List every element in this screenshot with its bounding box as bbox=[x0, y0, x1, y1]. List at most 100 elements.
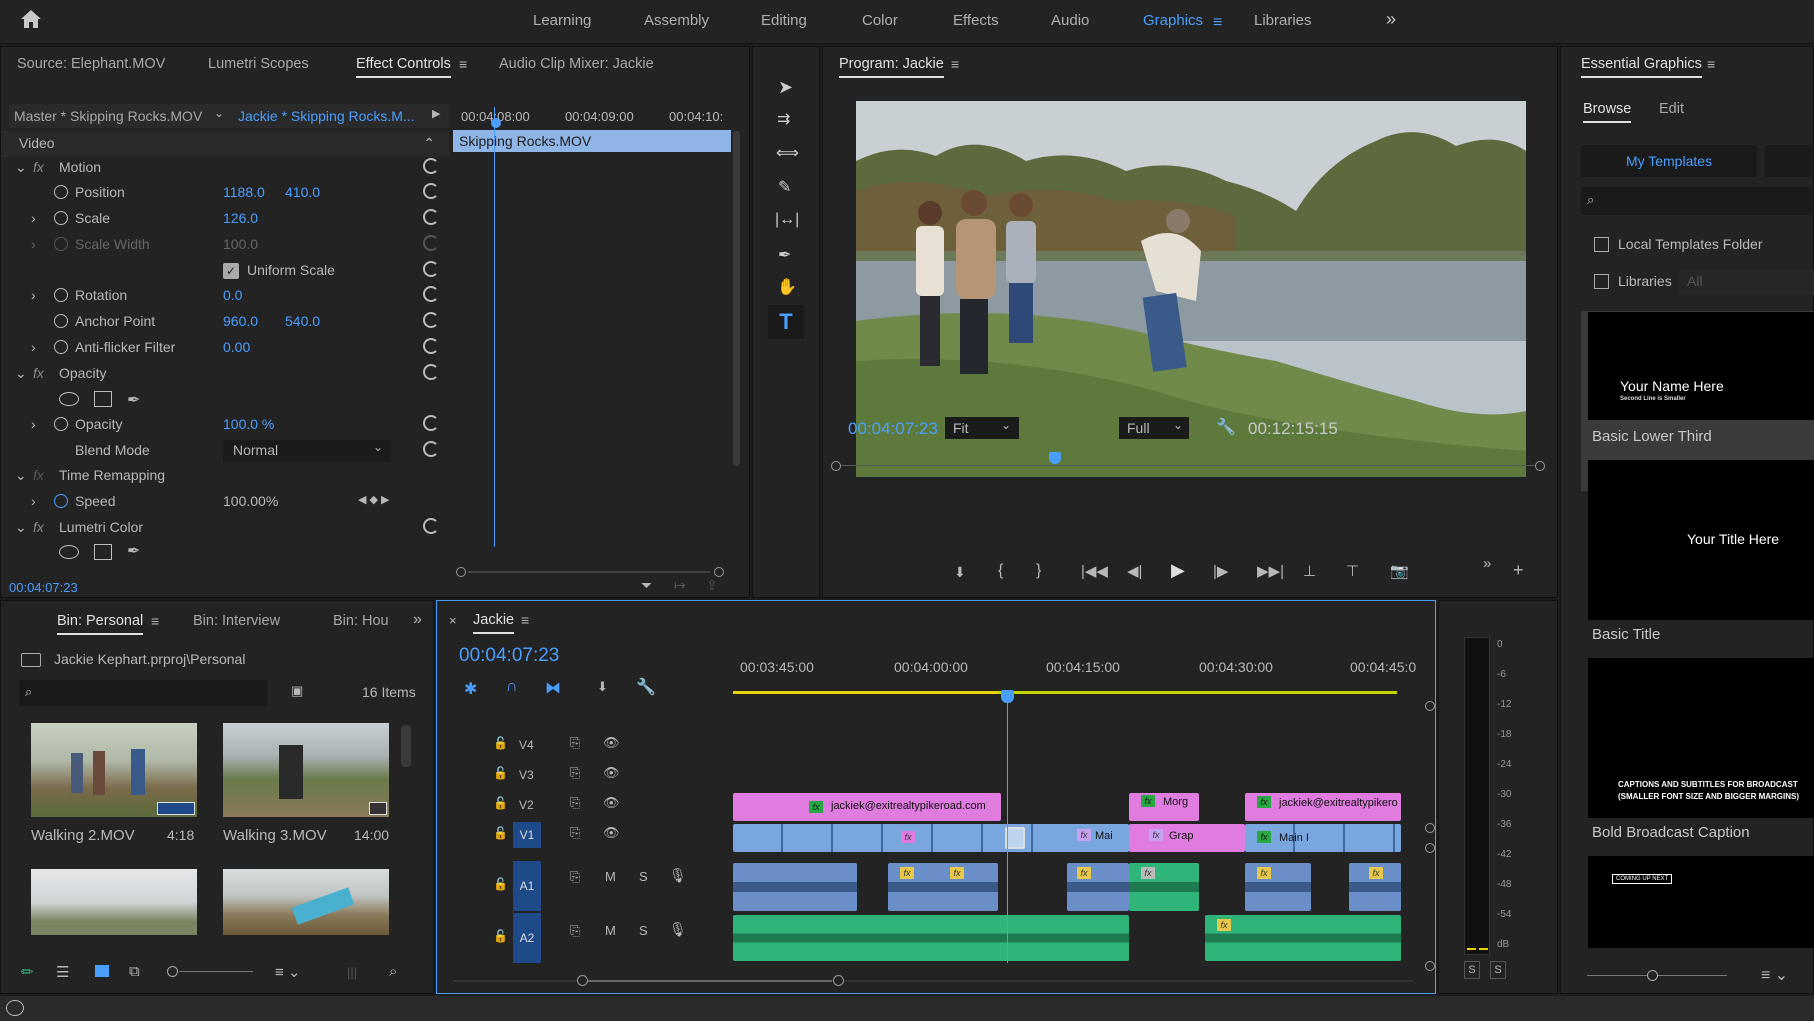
fit-dropdown[interactable]: Fit ⌄ bbox=[945, 417, 1019, 439]
graphic-clip[interactable]: fx jackiek@exitrealtypikero bbox=[1245, 793, 1401, 821]
uniform-scale-checkbox[interactable]: ✓ bbox=[223, 263, 239, 279]
mute-button[interactable]: M bbox=[605, 869, 616, 884]
solo-button[interactable]: S bbox=[639, 923, 648, 938]
video-clip-selected[interactable] bbox=[1005, 827, 1025, 849]
property-blend-mode[interactable]: Blend Mode Normal ⌄ bbox=[1, 438, 449, 464]
bin-scrollbar[interactable] bbox=[401, 725, 411, 767]
panel-menu-icon[interactable]: ≡ bbox=[151, 613, 159, 629]
master-clip-selector[interactable]: Master * Skipping Rocks.MOV ⌄ Jackie * S… bbox=[9, 104, 449, 128]
home-icon[interactable] bbox=[20, 9, 42, 29]
mark-in-icon[interactable]: { bbox=[998, 562, 1003, 580]
timeline-vertical-zoom[interactable] bbox=[1425, 701, 1435, 971]
find-icon[interactable]: ⌕ bbox=[389, 963, 397, 980]
sequence-clip-label[interactable]: Jackie * Skipping Rocks.M... bbox=[238, 108, 415, 124]
lock-icon[interactable]: 🔓 bbox=[493, 796, 508, 810]
sync-lock-icon[interactable]: ⎘ bbox=[570, 765, 580, 781]
sequence-tab[interactable]: Jackie bbox=[473, 612, 515, 634]
close-icon[interactable]: × bbox=[449, 613, 457, 628]
type-tool-icon[interactable]: T bbox=[768, 305, 804, 339]
reset-icon[interactable] bbox=[423, 158, 439, 174]
timeline-horizontal-scroll[interactable] bbox=[453, 975, 1413, 987]
play-triangle-icon[interactable]: ▶ bbox=[432, 107, 440, 120]
lock-icon[interactable]: 🔓 bbox=[493, 877, 508, 891]
template-basic-title-preview[interactable]: Your Title Here bbox=[1588, 460, 1814, 620]
tab-bin-interview[interactable]: Bin: Interview bbox=[193, 613, 280, 629]
resolution-dropdown[interactable]: Full ⌄ bbox=[1119, 417, 1189, 439]
audio-clip[interactable]: fx fx bbox=[888, 863, 998, 911]
clip-thumbnail[interactable] bbox=[31, 869, 197, 935]
bin-folder-icon[interactable] bbox=[21, 653, 41, 667]
ripple-edit-tool-icon[interactable]: ⟺ bbox=[776, 143, 799, 163]
reset-icon[interactable] bbox=[423, 364, 439, 380]
microphone-icon[interactable]: 🎙 bbox=[669, 921, 687, 938]
video-clip[interactable]: fx bbox=[733, 824, 1129, 852]
panel-menu-icon[interactable]: ≡ bbox=[521, 612, 529, 628]
template-bold-broadcast-caption-preview[interactable]: CAPTIONS AND SUBTITLES FOR BROADCAST (SM… bbox=[1588, 658, 1814, 818]
more-controls-icon[interactable]: » bbox=[1483, 555, 1491, 572]
slip-tool-icon[interactable]: |↔| bbox=[775, 211, 799, 229]
pen-mask-icon[interactable]: ✒ bbox=[127, 541, 140, 561]
ec-timeline-ruler[interactable]: 00:04:08:00 00:04:09:00 00:04:10: bbox=[453, 103, 733, 129]
workspace-tab-color[interactable]: Color bbox=[862, 12, 898, 29]
timeline-playhead[interactable] bbox=[1007, 701, 1008, 963]
stopwatch-icon[interactable] bbox=[54, 211, 68, 225]
property-uniform-scale[interactable]: ✓ Uniform Scale bbox=[1, 258, 449, 284]
sync-lock-icon[interactable]: ⎘ bbox=[570, 869, 580, 885]
property-rotation[interactable]: › Rotation 0.0 bbox=[1, 283, 449, 309]
eye-icon[interactable]: 👁 bbox=[603, 735, 620, 751]
timeline-timecode[interactable]: 00:04:07:23 bbox=[459, 645, 559, 667]
lift-icon[interactable]: ⊥ bbox=[1303, 562, 1316, 580]
bin-search-input[interactable]: ⌕ bbox=[19, 680, 267, 706]
effect-lumetri[interactable]: ⌄ fx Lumetri Color bbox=[1, 515, 449, 541]
video-clip[interactable]: fx Mai bbox=[1071, 824, 1129, 852]
lock-icon[interactable]: 🔓 bbox=[493, 826, 508, 840]
tab-bin-hou[interactable]: Bin: Hou bbox=[333, 613, 389, 629]
lock-icon[interactable]: 🔓 bbox=[493, 929, 508, 943]
clip-thumbnail[interactable] bbox=[223, 723, 389, 817]
clip-thumbnail[interactable] bbox=[223, 869, 389, 935]
stopwatch-icon[interactable] bbox=[54, 185, 68, 199]
program-scrubber[interactable] bbox=[831, 452, 1545, 472]
new-search-bin-icon[interactable]: ▣ bbox=[291, 683, 303, 699]
audio-clip[interactable]: fx bbox=[1129, 863, 1199, 911]
pen-tool-icon[interactable]: ✒ bbox=[778, 245, 791, 265]
tab-edit[interactable]: Edit bbox=[1659, 101, 1684, 117]
workspace-tab-graphics[interactable]: Graphics bbox=[1143, 12, 1203, 29]
reset-icon[interactable] bbox=[423, 209, 439, 225]
clip-thumbnail[interactable] bbox=[31, 723, 197, 817]
microphone-icon[interactable]: 🎙 bbox=[669, 867, 687, 884]
video-clip[interactable]: fx Grap bbox=[1129, 824, 1245, 852]
workspace-tab-audio[interactable]: Audio bbox=[1051, 12, 1089, 29]
go-to-out-icon[interactable]: ▶▶| bbox=[1257, 562, 1284, 580]
graphic-clip[interactable]: fx Morg bbox=[1129, 793, 1199, 821]
step-forward-icon[interactable]: |▶ bbox=[1213, 562, 1228, 580]
property-position[interactable]: Position 1188.0 410.0 bbox=[1, 180, 449, 206]
track-header-v1[interactable]: 🔓 V1 ⎘ 👁 bbox=[437, 821, 733, 849]
linked-selection-icon[interactable]: ⧓ bbox=[545, 678, 561, 698]
panel-menu-icon[interactable]: ≡ bbox=[1707, 56, 1715, 72]
panel-footer-slider[interactable] bbox=[1587, 969, 1727, 983]
meter-solo-right-button[interactable]: S bbox=[1490, 961, 1506, 979]
program-playhead[interactable] bbox=[1049, 452, 1061, 464]
template-coming-up-next-preview[interactable]: COMING UP NEXT bbox=[1588, 856, 1814, 948]
go-to-in-icon[interactable]: |◀◀ bbox=[1081, 562, 1108, 580]
tab-audio-clip-mixer[interactable]: Audio Clip Mixer: Jackie bbox=[499, 56, 654, 72]
libraries-checkbox[interactable] bbox=[1594, 274, 1609, 289]
list-view-icon[interactable]: ☰ bbox=[56, 963, 69, 981]
sort-menu-icon[interactable]: ≡ ⌄ bbox=[1761, 965, 1788, 985]
icon-view-icon[interactable] bbox=[95, 965, 109, 977]
lock-icon[interactable]: 🔓 bbox=[493, 736, 508, 750]
panel-menu-icon[interactable]: ≡ bbox=[951, 56, 959, 72]
timeline-tracks-area[interactable]: fx jackiek@exitrealtypikeroad.com fx Mor… bbox=[733, 690, 1401, 971]
track-header-v4[interactable]: 🔓 V4 ⎘ 👁 bbox=[437, 731, 733, 759]
add-marker-icon[interactable]: ⬇ bbox=[597, 679, 608, 695]
ellipse-mask-icon[interactable] bbox=[59, 392, 79, 406]
razor-tool-icon[interactable]: ✎ bbox=[778, 177, 791, 197]
eye-icon[interactable]: 👁 bbox=[603, 825, 620, 841]
ec-scrollbar[interactable] bbox=[733, 131, 740, 466]
audio-clip[interactable] bbox=[733, 863, 857, 911]
eye-icon[interactable]: 👁 bbox=[603, 795, 620, 811]
property-opacity[interactable]: › Opacity 100.0 % bbox=[1, 412, 449, 438]
local-templates-checkbox[interactable] bbox=[1594, 237, 1609, 252]
graphic-clip[interactable]: fx jackiek@exitrealtypikeroad.com bbox=[733, 793, 1001, 821]
